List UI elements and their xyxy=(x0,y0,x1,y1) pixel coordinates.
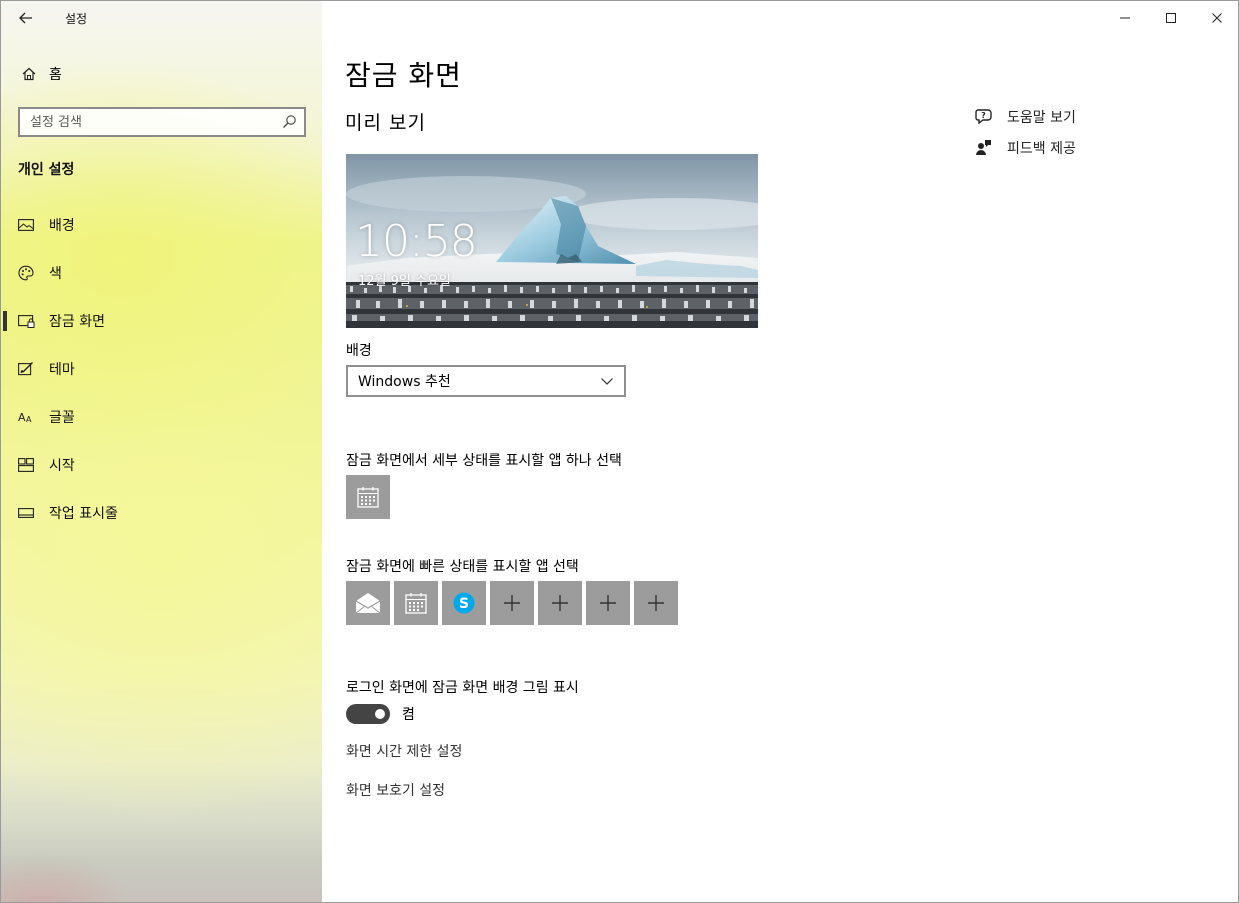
sidebar-item-label: 작업 표시줄 xyxy=(49,506,118,522)
quick-status-add-tile[interactable] xyxy=(538,581,582,625)
signin-background-toggle-row: 켬 xyxy=(346,704,415,724)
search-input[interactable] xyxy=(30,114,270,130)
sidebar-item-label: 글꼴 xyxy=(49,410,75,426)
quick-status-apps: S xyxy=(346,581,678,625)
background-dropdown[interactable]: Windows 추천 xyxy=(346,365,626,397)
close-button[interactable] xyxy=(1194,1,1238,35)
screen-timeout-link[interactable]: 화면 시간 제한 설정 xyxy=(346,741,462,761)
detailed-status-label: 잠금 화면에서 세부 상태를 표시할 앱 하나 선택 xyxy=(346,453,622,469)
chevron-down-icon xyxy=(600,374,614,392)
calendar-icon xyxy=(357,487,379,508)
toggle-state-label: 켬 xyxy=(402,707,415,723)
quick-status-label: 잠금 화면에 빠른 상태를 표시할 앱 선택 xyxy=(346,559,579,575)
titlebar-left: 설정 xyxy=(1,1,322,35)
home-nav-item[interactable]: 홈 xyxy=(13,59,313,89)
screensaver-link[interactable]: 화면 보호기 설정 xyxy=(346,780,445,800)
page-title: 잠금 화면 xyxy=(345,59,462,92)
window-controls xyxy=(1102,1,1238,35)
detailed-status-apps xyxy=(346,475,390,519)
quick-status-add-tile[interactable] xyxy=(586,581,630,625)
home-icon xyxy=(15,67,43,81)
svg-text:A: A xyxy=(18,411,26,424)
sidebar-item-lock-screen[interactable]: 잠금 화면 xyxy=(1,297,322,345)
signin-background-label: 로그인 화면에 잠금 화면 배경 그림 표시 xyxy=(346,680,579,696)
get-help-link[interactable]: ? 도움말 보기 xyxy=(974,101,1076,132)
quick-status-skype-tile[interactable]: S xyxy=(442,581,486,625)
quick-status-mail-tile[interactable] xyxy=(346,581,390,625)
sidebar: 설정 홈 개인 설정 xyxy=(1,1,322,902)
plus-icon xyxy=(504,595,520,611)
back-button[interactable] xyxy=(11,5,41,31)
toggle-knob xyxy=(375,709,385,719)
app-title: 설정 xyxy=(65,12,88,26)
minimize-icon xyxy=(1120,17,1130,19)
preview-date: 12월 9일 수요일 xyxy=(358,274,451,289)
sidebar-item-color[interactable]: 색 xyxy=(1,249,322,297)
sidebar-item-background[interactable]: 배경 xyxy=(1,201,322,249)
back-arrow-icon xyxy=(19,12,32,24)
plus-icon xyxy=(552,595,568,611)
maximize-button[interactable] xyxy=(1148,1,1194,35)
background-label: 배경 xyxy=(346,343,372,359)
signin-background-toggle[interactable] xyxy=(346,704,390,724)
home-label: 홈 xyxy=(49,67,62,83)
feedback-label: 피드백 제공 xyxy=(1007,140,1076,157)
settings-window: 설정 홈 개인 설정 xyxy=(0,0,1239,903)
palette-icon xyxy=(17,264,35,282)
skype-icon: S xyxy=(453,592,475,614)
feedback-icon xyxy=(974,139,994,157)
sidebar-item-taskbar[interactable]: 작업 표시줄 xyxy=(1,489,322,537)
sidebar-item-fonts[interactable]: A A 글꼴 xyxy=(1,393,322,441)
quick-status-add-tile[interactable] xyxy=(490,581,534,625)
sidebar-item-label: 테마 xyxy=(49,362,75,378)
close-icon xyxy=(1212,13,1222,23)
sidebar-item-label: 시작 xyxy=(49,458,75,474)
lock-screen-preview: 10:58 12월 9일 수요일 xyxy=(346,154,758,328)
taskbar-icon xyxy=(17,504,35,522)
theme-icon xyxy=(17,360,35,378)
maximize-icon xyxy=(1166,13,1176,23)
font-icon: A A xyxy=(17,408,35,426)
preview-title: 미리 보기 xyxy=(345,112,426,134)
sidebar-item-start[interactable]: 시작 xyxy=(1,441,322,489)
plus-icon xyxy=(648,595,664,611)
help-chat-icon: ? xyxy=(974,108,994,125)
section-title: 개인 설정 xyxy=(18,162,75,178)
sidebar-item-label: 배경 xyxy=(49,218,75,234)
picture-icon xyxy=(17,216,35,234)
preview-time: 10:58 xyxy=(355,216,478,267)
lock-screen-icon xyxy=(17,312,35,330)
search-icon[interactable] xyxy=(282,114,297,133)
detailed-status-calendar-tile[interactable] xyxy=(346,475,390,519)
main-content: 잠금 화면 미리 보기 10:58 12월 9일 수요일 배경 Windows … xyxy=(322,1,1238,902)
minimize-button[interactable] xyxy=(1102,1,1148,35)
plus-icon xyxy=(600,595,616,611)
sidebar-item-theme[interactable]: 테마 xyxy=(1,345,322,393)
get-help-label: 도움말 보기 xyxy=(1007,109,1076,126)
sidebar-nav: 배경 색 잠금 화면 테마 A A 글꼴 시작 작업 표시줄 xyxy=(1,201,322,537)
sidebar-item-label: 색 xyxy=(49,266,62,282)
feedback-link[interactable]: 피드백 제공 xyxy=(974,132,1076,163)
quick-status-calendar-tile[interactable] xyxy=(394,581,438,625)
mail-icon xyxy=(355,593,381,614)
sidebar-item-label: 잠금 화면 xyxy=(49,314,105,330)
start-icon xyxy=(17,456,35,474)
background-dropdown-value: Windows 추천 xyxy=(358,374,451,390)
svg-text:A: A xyxy=(26,415,32,424)
calendar-icon xyxy=(405,593,427,614)
help-panel: ? 도움말 보기 피드백 제공 xyxy=(974,101,1076,163)
quick-status-add-tile[interactable] xyxy=(634,581,678,625)
svg-text:S: S xyxy=(459,596,469,612)
settings-search-box[interactable] xyxy=(18,107,306,137)
svg-text:?: ? xyxy=(981,111,986,120)
